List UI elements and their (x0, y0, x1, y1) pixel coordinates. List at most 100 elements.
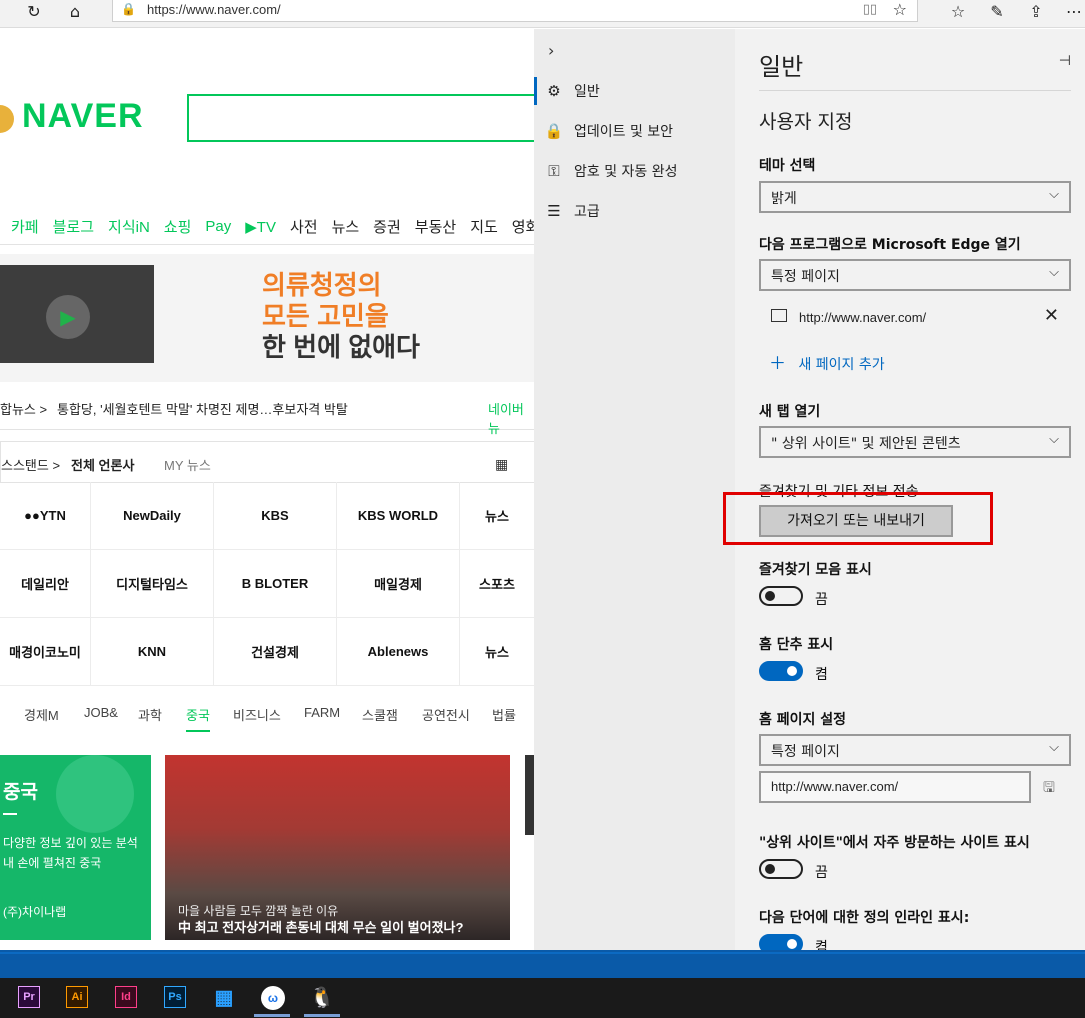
more-icon[interactable]: ⋯ (1062, 0, 1085, 22)
play-icon[interactable]: ▶ (46, 295, 90, 339)
topic-tab[interactable]: 과학 (138, 705, 162, 724)
topic-tab[interactable]: 비즈니스 (233, 705, 281, 724)
share-icon[interactable]: ⇪ (1024, 0, 1048, 22)
collapse-chevron-icon[interactable]: › (548, 41, 554, 60)
grid-view-icon[interactable]: ▦ (495, 456, 508, 473)
all-press-tab[interactable]: 전체 언론사 (71, 455, 134, 474)
press-logo[interactable]: 매일경제 (337, 550, 460, 618)
home-icon[interactable]: ⌂ (63, 0, 87, 22)
naver-page: NAVER 카페 블로그 지식iN 쇼핑 Pay ▶TV 사전 뉴스 증권 부동산 지도 영화 ▶ 의… (0, 29, 535, 950)
address-url[interactable]: https://www.naver.com/ (147, 2, 281, 17)
topic-tab[interactable]: JOB& (84, 705, 118, 720)
toggle-knob (787, 666, 797, 676)
definitions-toggle[interactable] (759, 934, 803, 950)
press-logo[interactable]: KBS WORLD (337, 482, 460, 550)
star-icon[interactable]: ☆ (893, 0, 907, 19)
start-icon[interactable]: ▦ (213, 986, 235, 1009)
card-title: 중국 (3, 782, 38, 803)
press-logo[interactable]: 뉴스 (460, 618, 535, 686)
home-page-url-input[interactable]: http://www.naver.com/ (759, 771, 1031, 803)
settings-panel: › ⚙ 일반 🔒 업데이트 및 보안 ⚿ 암호 및 자동 완성 ☰ 고급 일반 ⊣ 사용자 지… (534, 29, 1085, 950)
press-logo[interactable]: B BLOTER (214, 550, 337, 618)
add-page-link[interactable]: ＋ 새 페이지 추가 (769, 349, 885, 374)
press-logo[interactable]: 디지털타임스 (91, 550, 214, 618)
start-page-url: http://www.naver.com/ (799, 310, 927, 325)
refresh-icon[interactable]: ↻ (22, 0, 46, 22)
video-thumbnail[interactable]: ▶ (0, 265, 154, 363)
nav-item[interactable]: 뉴스 (332, 216, 360, 237)
photoshop-icon[interactable]: Ps (164, 986, 186, 1008)
tux-icon[interactable]: 🐧 (310, 986, 335, 1009)
indesign-icon[interactable]: Id (115, 986, 137, 1008)
press-logo[interactable]: 뉴스 (460, 482, 535, 550)
press-logo[interactable]: KNN (91, 618, 214, 686)
address-bar[interactable]: 🔒 https://www.naver.com/ ▯▯ ☆ (112, 0, 918, 22)
news-label[interactable]: 합뉴스 > (0, 399, 47, 418)
press-logo[interactable]: KBS (214, 482, 337, 550)
press-logo[interactable]: 데일리안 (0, 550, 91, 618)
naver-logo[interactable]: NAVER (22, 97, 144, 136)
topic-tab[interactable]: 스쿨잼 (362, 705, 398, 724)
topic-tab[interactable]: 경제M (24, 705, 59, 724)
ad-banner[interactable]: ▶ 의류청정의 모든 고민을 한 번에 없애다 (0, 254, 535, 382)
page-icon (771, 309, 787, 322)
whale-icon[interactable]: ω (261, 986, 285, 1010)
my-news-tab[interactable]: MY 뉴스 (164, 455, 211, 474)
nav-item[interactable]: 지식iN (108, 216, 150, 237)
premiere-icon[interactable]: Pr (18, 986, 40, 1008)
home-page-value: 특정 페이지 (771, 744, 840, 760)
top-sites-toggle[interactable] (759, 859, 803, 879)
ad-line: 한 번에 없애다 (262, 332, 420, 362)
nav-item[interactable]: 카페 (11, 216, 39, 237)
topic-tab[interactable]: 법률 (492, 705, 516, 724)
press-logo[interactable]: 건설경제 (214, 618, 337, 686)
sidebar-item[interactable]: ⚙ 일반 (534, 73, 735, 109)
press-logo[interactable]: 매경이코노미 (0, 618, 91, 686)
newsstand-link[interactable]: 스스탠드 > (1, 455, 60, 474)
news-headline[interactable]: 통합당, '세월호텐트 막말' 차명진 제명…후보자격 박탈 (57, 399, 348, 418)
topic-tab[interactable]: 공연전시 (422, 705, 470, 724)
new-tab-label: 새 탭 열기 (759, 404, 821, 420)
topic-tab[interactable]: FARM (304, 705, 340, 720)
pen-icon[interactable]: ✎ (985, 0, 1009, 22)
illustrator-icon[interactable]: Ai (66, 986, 88, 1008)
photo-headline[interactable]: 中 최고 전자상거래 촌동네 대체 무슨 일이 벌어졌나? (178, 917, 463, 936)
favorites-icon[interactable]: ☆ (946, 0, 970, 22)
theme-select[interactable]: 밝게 ⌵ (759, 181, 1071, 213)
nav-item[interactable]: 증권 (373, 216, 401, 237)
reading-view-icon[interactable]: ▯▯ (863, 2, 877, 17)
home-page-select[interactable]: 특정 페이지 ⌵ (759, 734, 1071, 766)
sidebar-item[interactable]: ⚿ 암호 및 자동 완성 (534, 153, 735, 189)
topic-tab[interactable]: 중국 (186, 705, 210, 732)
china-card[interactable]: 중국 다양한 정보 깊이 있는 분석 내 손에 펼쳐진 중국 (주)차이나랩 (0, 755, 151, 940)
press-logo[interactable]: NewDaily (91, 482, 214, 550)
open-with-select[interactable]: 특정 페이지 ⌵ (759, 259, 1071, 291)
sidebar-item[interactable]: 🔒 업데이트 및 보안 (534, 113, 735, 149)
pin-icon[interactable]: ⊣ (1059, 53, 1071, 69)
nav-item[interactable]: 쇼핑 (164, 216, 192, 237)
press-logo[interactable]: 스포츠 (460, 550, 535, 618)
chevron-down-icon: ⌵ (1049, 432, 1059, 447)
news-photo-card[interactable]: 마을 사람들 모두 깜짝 놀란 이유 中 최고 전자상거래 촌동네 대체 무슨 … (165, 755, 510, 940)
press-logo[interactable]: ●●YTN (0, 482, 91, 550)
new-tab-select[interactable]: " 상위 사이트" 및 제안된 콘텐츠 ⌵ (759, 426, 1071, 458)
sidebar-item[interactable]: ☰ 고급 (534, 193, 735, 229)
nav-item[interactable]: 영화 (512, 216, 535, 237)
home-button-toggle[interactable] (759, 661, 803, 681)
nav-item[interactable]: 블로그 (53, 216, 94, 237)
naver-news-link[interactable]: 네이버뉴 (488, 399, 535, 437)
close-icon[interactable]: ✕ (1044, 305, 1059, 326)
nav-item[interactable]: 지도 (470, 216, 498, 237)
nav-item[interactable]: ▶TV (245, 218, 276, 236)
fav-bar-toggle[interactable] (759, 586, 803, 606)
home-page-label: 홈 페이지 설정 (759, 712, 847, 728)
nav-item[interactable]: 부동산 (415, 216, 456, 237)
search-input[interactable] (187, 94, 535, 142)
nav-item[interactable]: Pay (205, 218, 231, 235)
press-logo[interactable]: Ablenews (337, 618, 460, 686)
toggle-knob (787, 939, 797, 949)
nav-item[interactable]: 사전 (290, 216, 318, 237)
save-icon[interactable]: 🖫 (1043, 777, 1055, 801)
news-ticker: 합뉴스 > 통합당, '세월호텐트 막말' 차명진 제명…후보자격 박탈 네이버… (0, 384, 535, 436)
home-button-label: 홈 단추 표시 (759, 637, 834, 653)
